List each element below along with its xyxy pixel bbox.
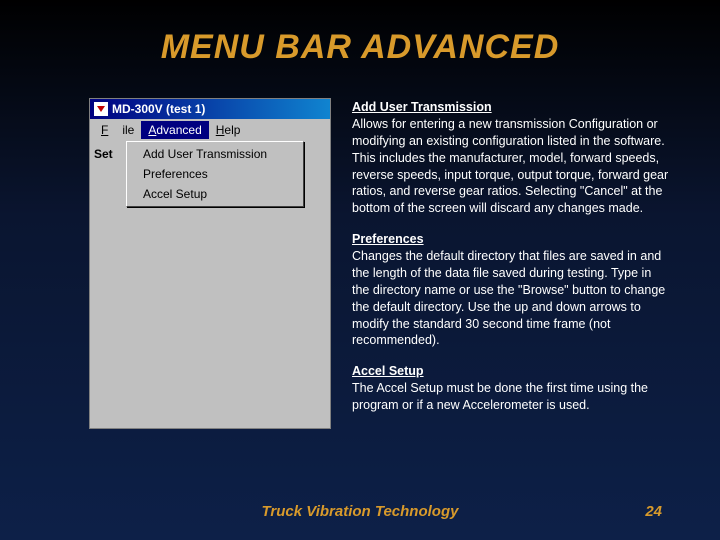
screenshot-window: MD-300V (test 1) File Advanced Help Set …: [90, 99, 330, 428]
section-add-user-transmission: Add User Transmission Allows for enterin…: [352, 99, 672, 217]
body-label: Set: [94, 147, 113, 161]
window-body: Set Add User Transmission Preferences Ac…: [90, 141, 330, 233]
section-accel-setup: Accel Setup The Accel Setup must be done…: [352, 363, 672, 414]
section-body: The Accel Setup must be done the first t…: [352, 381, 648, 412]
menu-advanced[interactable]: Advanced: [141, 121, 208, 139]
menu-file[interactable]: File: [94, 121, 141, 139]
window-title: MD-300V (test 1): [112, 102, 205, 116]
section-heading: Accel Setup: [352, 364, 424, 378]
section-body: Changes the default directory that files…: [352, 249, 665, 347]
footer-title: Truck Vibration Technology: [98, 503, 622, 520]
section-preferences: Preferences Changes the default director…: [352, 231, 672, 349]
window-titlebar: MD-300V (test 1): [90, 99, 330, 119]
footer-spacer: [58, 503, 98, 520]
section-body: Allows for entering a new transmission C…: [352, 117, 668, 215]
page-number: 24: [622, 503, 662, 520]
slide-title: MENU BAR ADVANCED: [0, 0, 720, 67]
advanced-dropdown: Add User Transmission Preferences Accel …: [126, 141, 304, 207]
menu-item-add-user-transmission[interactable]: Add User Transmission: [129, 144, 301, 164]
content-area: MD-300V (test 1) File Advanced Help Set …: [0, 67, 720, 428]
section-heading: Add User Transmission: [352, 100, 492, 114]
menu-bar: File Advanced Help: [90, 119, 330, 141]
section-heading: Preferences: [352, 232, 424, 246]
system-icon: [94, 102, 108, 116]
menu-item-preferences[interactable]: Preferences: [129, 164, 301, 184]
footer: Truck Vibration Technology 24: [0, 503, 720, 520]
menu-item-accel-setup[interactable]: Accel Setup: [129, 184, 301, 204]
menu-help[interactable]: Help: [209, 121, 248, 139]
explanation-column: Add User Transmission Allows for enterin…: [352, 99, 672, 428]
